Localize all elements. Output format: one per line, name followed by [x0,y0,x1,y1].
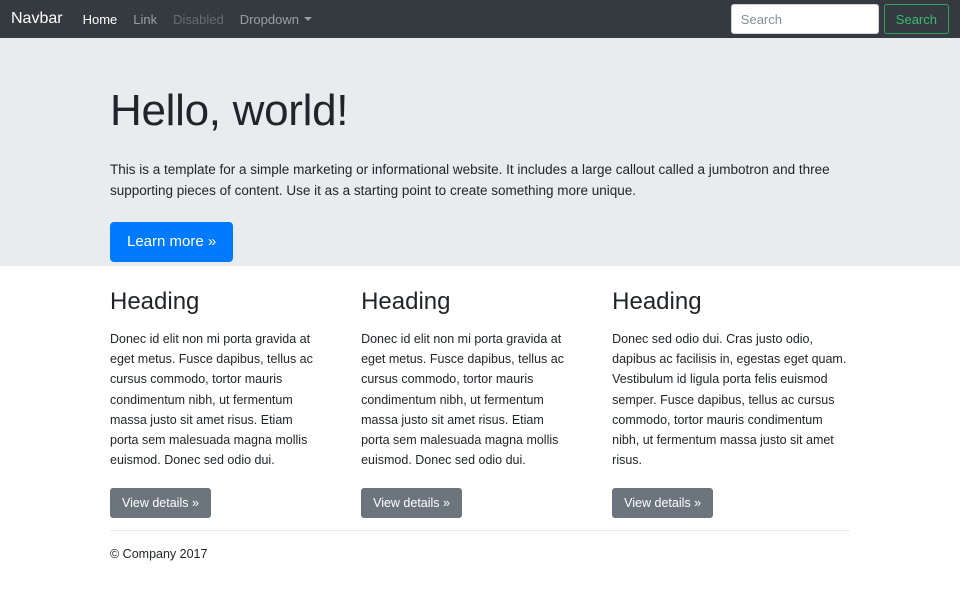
jumbotron-lead-text: This is a template for a simple marketin… [110,159,845,203]
nav-link-home[interactable]: Home [83,13,118,26]
feature-body-2: Donec id elit non mi porta gravida at eg… [361,329,572,471]
feature-body-1: Donec id elit non mi porta gravida at eg… [110,329,321,471]
footer: © Company 2017 [110,518,850,564]
feature-column-3: Heading Donec sed odio dui. Cras justo o… [612,288,850,518]
jumbotron: Hello, world! This is a template for a s… [0,38,960,266]
footer-divider [110,530,850,531]
feature-column-1: Heading Donec id elit non mi porta gravi… [110,288,361,518]
footer-copyright: © Company 2017 [110,545,850,564]
feature-column-2: Heading Donec id elit non mi porta gravi… [361,288,612,518]
nav-link-disabled: Disabled [173,13,224,26]
navbar-links: Home Link Disabled Dropdown [83,13,312,26]
navbar-brand[interactable]: Navbar [11,11,63,27]
feature-heading-1: Heading [110,288,321,317]
search-input[interactable] [731,4,879,34]
jumbotron-container: Hello, world! This is a template for a s… [110,86,850,262]
navbar: Navbar Home Link Disabled Dropdown Searc… [0,0,960,38]
page-title: Hello, world! [110,86,850,137]
feature-heading-2: Heading [361,288,572,317]
nav-link-dropdown[interactable]: Dropdown [240,13,312,26]
view-details-button-1[interactable]: View details » [110,488,211,519]
nav-link-dropdown-label: Dropdown [240,13,299,26]
feature-columns-row: Heading Donec id elit non mi porta gravi… [110,288,850,518]
view-details-button-3[interactable]: View details » [612,488,713,519]
feature-body-3: Donec sed odio dui. Cras justo odio, dap… [612,329,850,471]
nav-link-link[interactable]: Link [133,13,157,26]
chevron-down-icon [304,17,312,21]
view-details-button-2[interactable]: View details » [361,488,462,519]
feature-heading-3: Heading [612,288,850,317]
search-button[interactable]: Search [884,4,949,34]
main-content: Heading Donec id elit non mi porta gravi… [110,266,850,518]
learn-more-button[interactable]: Learn more » [110,222,233,262]
navbar-search-form: Search [731,4,949,34]
